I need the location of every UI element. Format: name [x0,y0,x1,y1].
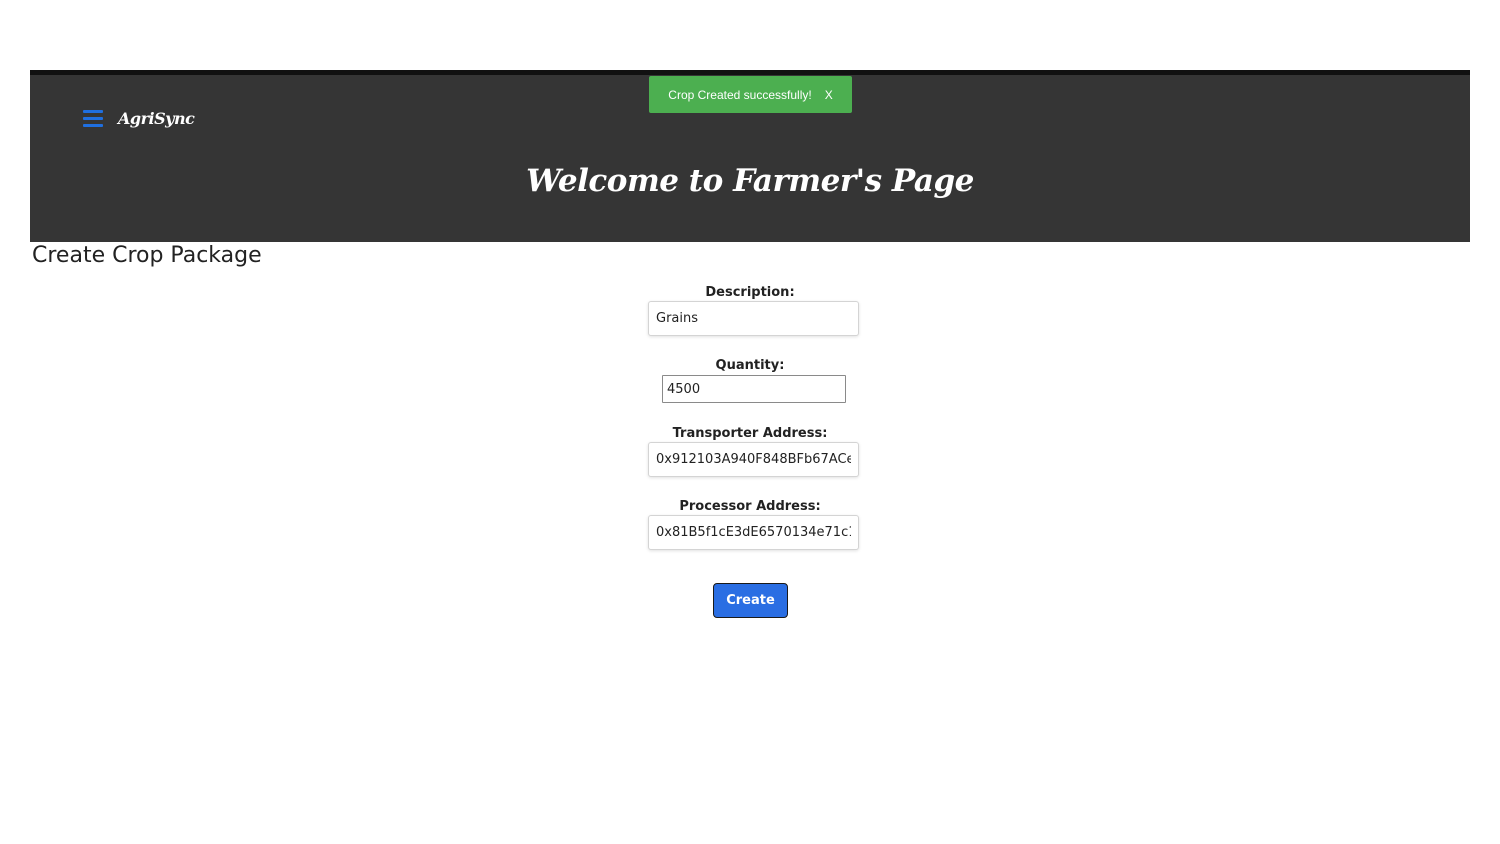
quantity-label: Quantity: [715,358,785,373]
description-label: Description: [705,285,795,300]
quantity-field[interactable] [662,375,846,403]
transporter-address-field[interactable] [648,442,859,477]
toast-close-button[interactable]: X [825,88,833,102]
brand-logo[interactable]: AgriSync [118,109,195,128]
page-hero-title: Welcome to Farmer's Page [526,163,974,199]
transporter-address-label: Transporter Address: [672,426,828,441]
toast-message: Crop Created successfully! [668,87,812,102]
processor-address-label: Processor Address: [679,499,821,514]
processor-address-field[interactable] [648,515,859,550]
create-button[interactable]: Create [713,583,788,618]
page: AgriSync Welcome to Farmer's Page Crop C… [0,0,1500,844]
success-toast: Crop Created successfully! X [649,76,852,113]
section-title: Create Crop Package [32,243,262,268]
hamburger-menu-icon[interactable] [83,110,103,130]
description-field[interactable] [648,301,859,336]
